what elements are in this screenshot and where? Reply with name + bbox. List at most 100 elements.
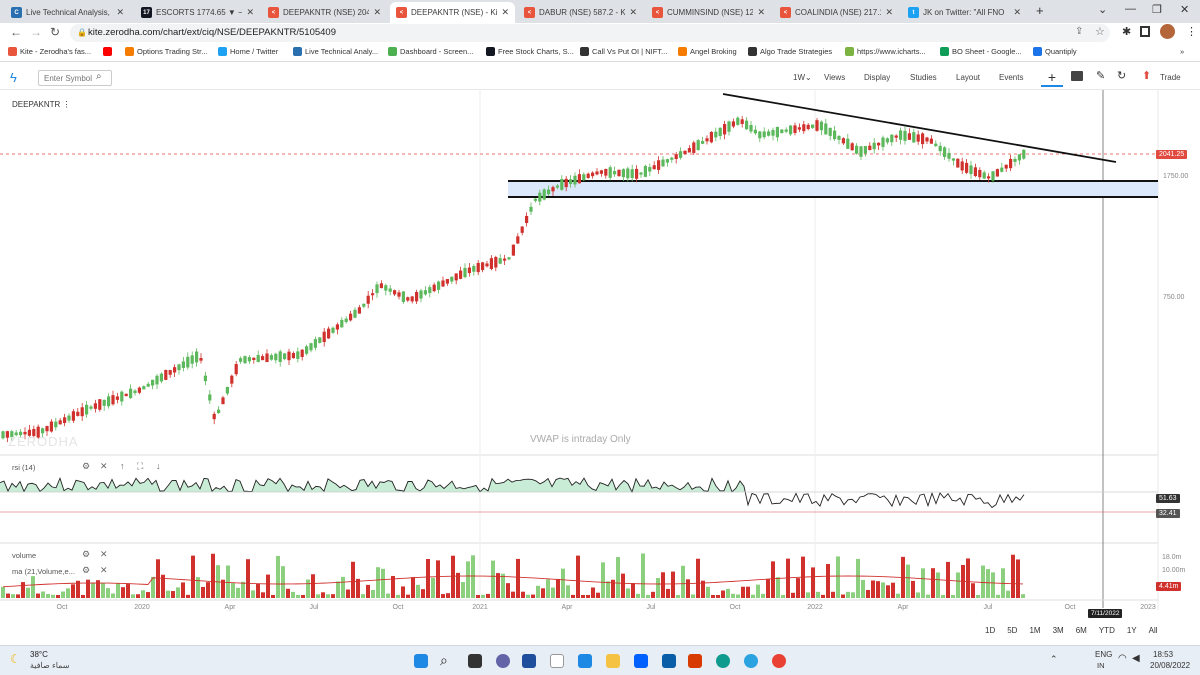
price-chart[interactable]: Oct 2020 Apr Jul Oct 2021 Apr Jul Oct 2022 Apr Jul O… — [0, 90, 1200, 618]
clock-time[interactable]: 18:53 — [1153, 650, 1173, 659]
bookmark-item[interactable]: Algo Trade Strategies — [748, 47, 832, 56]
menu-studies[interactable]: Studies — [910, 73, 937, 82]
wifi-icon[interactable]: ◠ — [1118, 653, 1127, 664]
new-tab-button[interactable]: + — [1036, 3, 1044, 18]
bookmark-item[interactable]: Dashboard - Screen... — [388, 47, 473, 56]
search-icon[interactable]: ⌕ — [96, 71, 102, 82]
bookmark-icon — [486, 47, 495, 56]
file-explorer-icon[interactable] — [606, 654, 620, 668]
notepad-icon[interactable] — [550, 654, 564, 668]
sidepanel-icon[interactable] — [1140, 26, 1150, 37]
close-tab-icon[interactable]: ✕ — [885, 7, 893, 18]
lightning-icon[interactable]: ϟ — [10, 70, 17, 85]
chevron-up-icon[interactable]: ⌃ — [1050, 654, 1058, 665]
bookmark-item[interactable]: Kite - Zerodha's fas... — [8, 47, 91, 56]
edge-icon[interactable] — [716, 654, 730, 668]
avatar[interactable] — [1160, 24, 1175, 39]
close-icon[interactable]: ✕ — [100, 461, 108, 472]
minimize-icon[interactable]: — — [1125, 3, 1136, 15]
menu-layout[interactable]: Layout — [956, 73, 980, 82]
close-icon[interactable]: ✕ — [100, 565, 108, 576]
share-icon[interactable]: ⇪ — [1075, 26, 1083, 37]
period-button-ytd[interactable]: YTD — [1099, 626, 1115, 635]
telegram-icon[interactable] — [744, 654, 758, 668]
period-button-1d[interactable]: 1D — [985, 626, 995, 635]
calculator-icon[interactable] — [522, 654, 536, 668]
close-window-icon[interactable]: ✕ — [1180, 3, 1189, 16]
gear-icon[interactable]: ⚙ — [82, 549, 90, 560]
period-button-5d[interactable]: 5D — [1007, 626, 1017, 635]
close-tab-icon[interactable]: ✕ — [501, 7, 509, 18]
browser-tab[interactable]: < DABUR (NSE) 587.2 - Kite ✕ — [518, 2, 643, 23]
more-bookmarks-icon[interactable]: » — [1180, 47, 1184, 56]
trade-icon[interactable]: ⬆ — [1142, 69, 1151, 82]
reload-icon[interactable]: ↻ — [50, 25, 60, 39]
bookmark-item[interactable]: Free Stock Charts, S... — [486, 47, 574, 56]
bookmark-item[interactable]: Call Vs Put OI | NIFT... — [580, 47, 667, 56]
browser-tab[interactable]: < CUMMINSIND (NSE) 1224 ✕ — [646, 2, 771, 23]
bookmark-item[interactable]: https://www.icharts... — [845, 47, 926, 56]
dropbox-icon[interactable] — [634, 654, 648, 668]
browser-tab[interactable]: < DEEPAKNTR (NSE) - Kite C✕ — [390, 2, 515, 23]
close-tab-icon[interactable]: ✕ — [116, 7, 124, 18]
star-icon[interactable]: ☆ — [1095, 25, 1105, 38]
close-tab-icon[interactable]: ✕ — [246, 7, 254, 18]
chart-area[interactable]: Oct 2020 Apr Jul Oct 2021 Apr Jul Oct 2022 Apr Jul O… — [0, 90, 1200, 618]
y-tick: 750.00 — [1163, 294, 1185, 301]
back-icon[interactable]: ← — [10, 25, 22, 39]
search-icon[interactable]: ⌕ — [440, 652, 448, 669]
chevron-down-icon[interactable]: ⌄ — [1098, 3, 1107, 16]
browser-tab[interactable]: t JK on Twitter: "All FNO ✕ — [902, 2, 1027, 23]
browser-tab[interactable]: C Live Technical Analysis, Ch ✕ — [5, 2, 130, 23]
teams-icon[interactable] — [496, 654, 510, 668]
office-icon[interactable] — [688, 654, 702, 668]
interval-selector[interactable]: 1W — [793, 73, 805, 82]
url-input[interactable]: 🔒 kite.zerodha.com/chart/ext/ciq/NSE/DEE… — [70, 24, 1110, 42]
close-tab-icon[interactable]: ✕ — [1013, 7, 1021, 18]
windows-start-icon[interactable] — [414, 654, 428, 668]
arrow-down-icon[interactable]: ↓ — [156, 461, 161, 471]
restore-icon[interactable]: ❐ — [1152, 3, 1162, 16]
period-button-3m[interactable]: 3M — [1053, 626, 1064, 635]
gear-icon[interactable]: ⚙ — [82, 565, 90, 576]
browser-tab[interactable]: < DEEPAKNTR (NSE) 2041.25✕ — [262, 2, 387, 23]
expand-icon[interactable]: ⛶ — [137, 461, 143, 472]
arrow-up-icon[interactable]: ↑ — [120, 461, 125, 471]
period-button-all[interactable]: All — [1149, 626, 1158, 635]
menu-views[interactable]: Views — [824, 73, 845, 82]
volume-icon[interactable]: ◀ — [1132, 653, 1140, 664]
menu-icon[interactable]: ⋮ — [1186, 25, 1197, 38]
store-icon[interactable] — [662, 654, 676, 668]
browser-tab[interactable]: < COALINDIA (NSE) 217.15 ✕ — [774, 2, 899, 23]
period-button-6m[interactable]: 6M — [1076, 626, 1087, 635]
period-button-1y[interactable]: 1Y — [1127, 626, 1137, 635]
close-icon[interactable]: ✕ — [100, 549, 108, 560]
mail-icon[interactable] — [578, 654, 592, 668]
crosshair-icon[interactable]: + — [1041, 69, 1063, 87]
bookmark-item[interactable] — [103, 47, 115, 56]
task-view-icon[interactable] — [468, 654, 482, 668]
bookmark-item[interactable]: Options Trading Str... — [125, 47, 207, 56]
period-button-1m[interactable]: 1M — [1029, 626, 1040, 635]
extensions-icon[interactable]: ✱ — [1122, 25, 1131, 38]
bookmark-item[interactable]: Quantiply — [1033, 47, 1077, 56]
bookmark-item[interactable]: Angel Broking — [678, 47, 737, 56]
chrome-icon[interactable] — [772, 654, 786, 668]
volume-bar — [346, 589, 350, 598]
close-tab-icon[interactable]: ✕ — [373, 7, 381, 18]
browser-tab[interactable]: 17 ESCORTS 1774.65 ▼ −1.6%✕ — [135, 2, 260, 23]
close-tab-icon[interactable]: ✕ — [757, 7, 765, 18]
trade-button[interactable]: Trade — [1160, 73, 1181, 82]
bookmark-item[interactable]: Home / Twitter — [218, 47, 278, 56]
bookmark-item[interactable]: BO Sheet - Google... — [940, 47, 1022, 56]
comment-icon[interactable] — [1071, 71, 1083, 81]
menu-events[interactable]: Events — [999, 73, 1023, 82]
gear-icon[interactable]: ⚙ — [82, 461, 90, 472]
bookmark-item[interactable]: Live Technical Analy... — [293, 47, 378, 56]
draw-pencil-icon[interactable]: ✎ — [1096, 69, 1105, 82]
menu-display[interactable]: Display — [864, 73, 890, 82]
forward-icon[interactable]: → — [30, 25, 42, 39]
undo-icon[interactable]: ↻ — [1117, 69, 1126, 82]
language-indicator[interactable]: ENG — [1095, 650, 1112, 659]
close-tab-icon[interactable]: ✕ — [629, 7, 637, 18]
